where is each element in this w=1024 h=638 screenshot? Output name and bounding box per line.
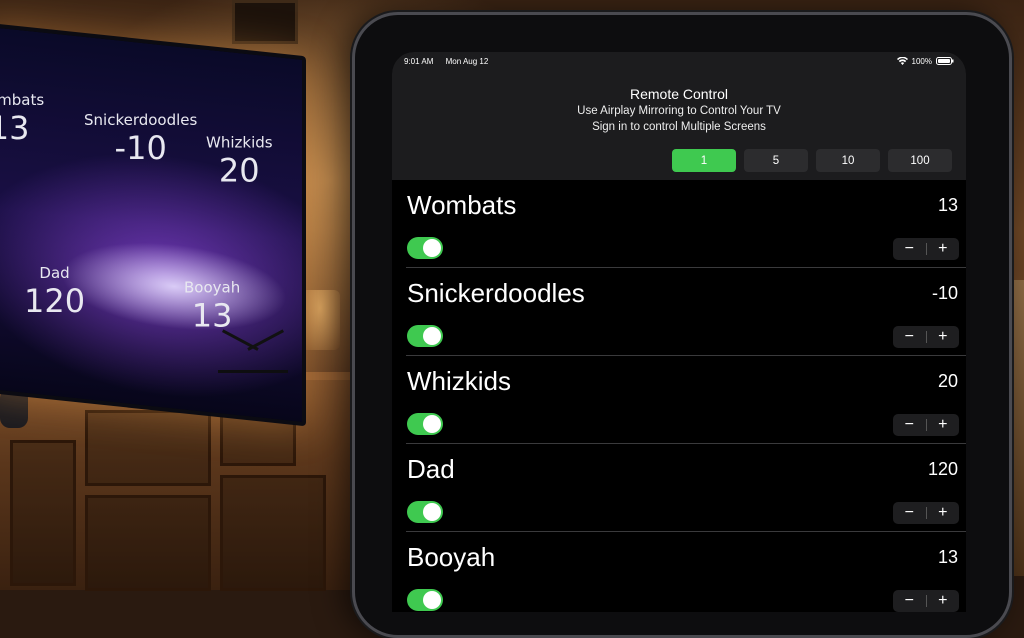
decrement-button[interactable]: −: [893, 326, 926, 348]
increment-1-button[interactable]: 1: [672, 149, 736, 172]
team-name: Snickerdoodles: [407, 278, 585, 308]
increment-button[interactable]: +: [927, 238, 960, 260]
tv-team-wombats: Wombats 13: [0, 91, 44, 147]
sign-in-instruction[interactable]: Sign in to control Multiple Screens: [392, 121, 966, 134]
increment-5-button[interactable]: 5: [744, 149, 808, 172]
team-score: 120: [927, 459, 958, 479]
increment-button[interactable]: +: [927, 326, 960, 348]
score-stepper: − +: [893, 414, 959, 436]
team-row: Wombats 13 − +: [406, 180, 966, 268]
wall-picture-frame: [232, 0, 298, 44]
team-visible-toggle[interactable]: [407, 589, 443, 611]
team-name: Dad: [407, 454, 455, 484]
decrement-button[interactable]: −: [893, 502, 926, 524]
team-name: Whizkids: [407, 366, 512, 396]
tv-team-whizkids: Whizkids 20: [206, 133, 273, 189]
team-score: 13: [937, 195, 958, 215]
status-right: 100%: [896, 56, 954, 66]
decorative-vase: [300, 290, 340, 350]
tv-team-dad: Dad 120: [24, 264, 85, 320]
team-row: Snickerdoodles -10 − +: [406, 268, 966, 356]
tv-team-score: 13: [0, 109, 30, 148]
team-visible-toggle[interactable]: [407, 501, 443, 523]
team-visible-toggle[interactable]: [407, 413, 443, 435]
cabinet-door: [10, 440, 76, 586]
team-visible-toggle[interactable]: [407, 325, 443, 347]
toggle-knob: [423, 591, 441, 609]
toggle-knob: [423, 415, 441, 433]
team-row: Whizkids 20 − +: [406, 356, 966, 444]
battery-icon: [936, 57, 954, 65]
team-name: Wombats: [407, 190, 517, 220]
tv-team-name: Whizkids: [206, 133, 273, 152]
tv-team-name: Snickerdoodles: [84, 110, 198, 129]
team-name: Booyah: [407, 542, 496, 572]
tv-team-name: Dad: [39, 263, 70, 282]
status-date: Mon Aug 12: [445, 56, 489, 66]
status-left: 9:01 AM Mon Aug 12: [404, 57, 498, 66]
tv-team-score: 20: [218, 151, 260, 190]
score-stepper: − +: [893, 502, 959, 524]
increment-10-button[interactable]: 10: [816, 149, 880, 172]
increment-button[interactable]: +: [927, 414, 960, 436]
cabinet-drawer: [85, 495, 211, 591]
decrement-button[interactable]: −: [893, 414, 926, 436]
tv-stand: [218, 346, 288, 373]
team-visible-toggle[interactable]: [407, 237, 443, 259]
status-time: 9:01 AM: [404, 56, 434, 66]
tv-team-booyah: Booyah 13: [184, 278, 240, 334]
toggle-knob: [423, 239, 441, 257]
page-title: Remote Control: [629, 86, 729, 102]
score-stepper: − +: [893, 590, 959, 612]
increment-selector: 1 5 10 100: [672, 149, 952, 172]
increment-button[interactable]: +: [927, 502, 960, 524]
cabinet-drawer: [220, 475, 326, 591]
score-stepper: − +: [893, 238, 959, 260]
tv-team-score: -10: [114, 128, 167, 167]
team-row: Booyah 13 − +: [406, 532, 966, 612]
team-score: -10: [931, 283, 958, 303]
status-bar: 9:01 AM Mon Aug 12 100%: [392, 52, 966, 70]
increment-100-button[interactable]: 100: [888, 149, 952, 172]
score-stepper: − +: [893, 326, 959, 348]
team-score: 20: [937, 371, 958, 391]
wifi-icon: [896, 57, 908, 65]
tv-team-name: Booyah: [184, 278, 241, 297]
airplay-instruction: Use Airplay Mirroring to Control Your TV: [577, 105, 781, 117]
tv-team-name: Wombats: [0, 91, 45, 110]
cabinet-shelf: [85, 410, 211, 486]
increment-button[interactable]: +: [927, 590, 960, 612]
tv-team-score: 13: [191, 296, 233, 335]
team-row: Dad 120 − +: [406, 444, 966, 532]
team-list: Wombats 13 − + Snickerdoodles -10 − + Wh…: [392, 180, 966, 612]
tv-team-score: 120: [24, 281, 86, 320]
team-score: 13: [937, 547, 958, 567]
decrement-button[interactable]: −: [893, 590, 926, 612]
app-screen: 9:01 AM Mon Aug 12 100% Remote Control U…: [392, 52, 966, 612]
toggle-knob: [423, 327, 441, 345]
tv-team-snickerdoodles: Snickerdoodles -10: [84, 111, 197, 167]
toggle-knob: [423, 503, 441, 521]
battery-percent: 100%: [911, 56, 932, 66]
decrement-button[interactable]: −: [893, 238, 926, 260]
